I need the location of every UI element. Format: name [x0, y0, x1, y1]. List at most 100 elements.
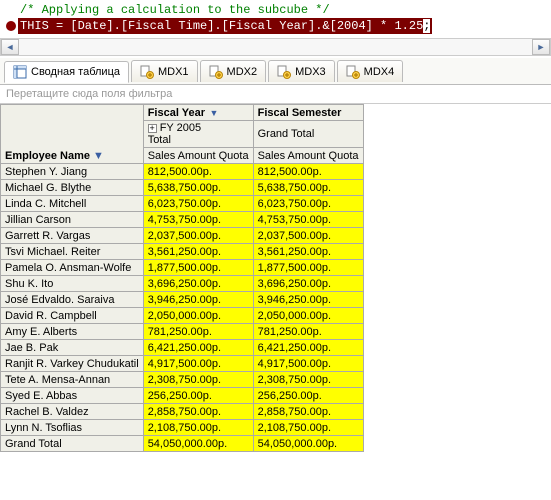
cell-value: 4,753,750.00р. — [143, 212, 253, 228]
cell-value: 1,877,500.00р. — [143, 260, 253, 276]
row-employee[interactable]: Syed E. Abbas — [1, 388, 144, 404]
expand-icon[interactable]: + — [148, 124, 157, 133]
row-employee[interactable]: David R. Campbell — [1, 308, 144, 324]
row-employee[interactable]: José Edvaldo. Saraiva — [1, 292, 144, 308]
grand-total-v1: 54,050,000.00р. — [143, 436, 253, 452]
tab-label: MDX2 — [227, 66, 258, 78]
sales-quota-header-2: Sales Amount Quota — [253, 148, 363, 164]
cell-value: 812,500.00р. — [253, 164, 363, 180]
row-employee[interactable]: Amy E. Alberts — [1, 324, 144, 340]
table-row: Linda C. Mitchell6,023,750.00р.6,023,750… — [1, 196, 364, 212]
row-employee[interactable]: Michael G. Blythe — [1, 180, 144, 196]
fiscal-semester-header[interactable]: Fiscal Semester — [253, 105, 363, 121]
cell-value: 2,108,750.00р. — [253, 420, 363, 436]
mdx-icon — [140, 65, 154, 79]
pivot-table-container: Employee Name ▼ Fiscal Year ▼ Fiscal Sem… — [0, 104, 551, 452]
scroll-track[interactable] — [19, 39, 532, 55]
tab-bar: Сводная таблица MDX1 MDX2 MDX3 MDX4 — [0, 58, 551, 85]
mdx-icon — [346, 65, 360, 79]
table-row: Pamela O. Ansman-Wolfe1,877,500.00р.1,87… — [1, 260, 364, 276]
cell-value: 781,250.00р. — [143, 324, 253, 340]
cell-value: 3,561,250.00р. — [143, 244, 253, 260]
code-statement[interactable]: THIS = [Date].[Fiscal Time].[Fiscal Year… — [18, 18, 432, 34]
cell-value: 2,858,750.00р. — [253, 404, 363, 420]
cell-value: 781,250.00р. — [253, 324, 363, 340]
table-row: Rachel B. Valdez2,858,750.00р.2,858,750.… — [1, 404, 364, 420]
cell-value: 2,037,500.00р. — [143, 228, 253, 244]
row-employee[interactable]: Rachel B. Valdez — [1, 404, 144, 420]
sales-quota-header-1: Sales Amount Quota — [143, 148, 253, 164]
cell-value: 3,561,250.00р. — [253, 244, 363, 260]
table-row: Michael G. Blythe5,638,750.00р.5,638,750… — [1, 180, 364, 196]
scroll-left-button[interactable]: ◄ — [1, 39, 19, 55]
cell-value: 2,308,750.00р. — [253, 372, 363, 388]
tab-label: MDX1 — [158, 66, 189, 78]
table-row: Jillian Carson4,753,750.00р.4,753,750.00… — [1, 212, 364, 228]
table-row: José Edvaldo. Saraiva3,946,250.00р.3,946… — [1, 292, 364, 308]
mdx-icon — [277, 65, 291, 79]
row-employee[interactable]: Garrett R. Vargas — [1, 228, 144, 244]
table-row: Tsvi Michael. Reiter3,561,250.00р.3,561,… — [1, 244, 364, 260]
table-row: Amy E. Alberts781,250.00р.781,250.00р. — [1, 324, 364, 340]
tab-label: Сводная таблица — [31, 66, 120, 78]
breakpoint-icon[interactable] — [6, 21, 16, 31]
cell-value: 3,946,250.00р. — [253, 292, 363, 308]
filter-drop-area[interactable]: Перетащите сюда поля фильтра — [0, 85, 551, 104]
table-row: Syed E. Abbas256,250.00р.256,250.00р. — [1, 388, 364, 404]
grand-total-v2: 54,050,000.00р. — [253, 436, 363, 452]
table-row: Shu K. Ito3,696,250.00р.3,696,250.00р. — [1, 276, 364, 292]
dropdown-icon[interactable]: ▼ — [90, 150, 104, 162]
row-employee[interactable]: Jillian Carson — [1, 212, 144, 228]
cell-value: 3,696,250.00р. — [143, 276, 253, 292]
mdx-icon — [209, 65, 223, 79]
cell-value: 3,946,250.00р. — [143, 292, 253, 308]
row-employee[interactable]: Linda C. Mitchell — [1, 196, 144, 212]
table-row: Jae B. Pak6,421,250.00р.6,421,250.00р. — [1, 340, 364, 356]
cell-value: 5,638,750.00р. — [253, 180, 363, 196]
cell-value: 3,696,250.00р. — [253, 276, 363, 292]
pivot-table-icon — [13, 65, 27, 79]
row-employee[interactable]: Jae B. Pak — [1, 340, 144, 356]
scroll-right-button[interactable]: ► — [532, 39, 550, 55]
dropdown-icon[interactable]: ▼ — [207, 108, 218, 118]
row-employee[interactable]: Tsvi Michael. Reiter — [1, 244, 144, 260]
cell-value: 6,421,250.00р. — [253, 340, 363, 356]
tab-mdx4[interactable]: MDX4 — [337, 60, 404, 82]
cell-value: 2,050,000.00р. — [143, 308, 253, 324]
cell-value: 2,308,750.00р. — [143, 372, 253, 388]
employee-header[interactable]: Employee Name — [5, 150, 90, 162]
row-employee[interactable]: Shu K. Ito — [1, 276, 144, 292]
horizontal-scrollbar[interactable]: ◄ ► — [0, 38, 551, 56]
code-comment: /* Applying a calculation to the subcube… — [4, 2, 547, 18]
cell-value: 4,753,750.00р. — [253, 212, 363, 228]
row-employee[interactable]: Tete A. Mensa-Annan — [1, 372, 144, 388]
cell-value: 2,037,500.00р. — [253, 228, 363, 244]
table-row: David R. Campbell2,050,000.00р.2,050,000… — [1, 308, 364, 324]
cell-value: 6,023,750.00р. — [143, 196, 253, 212]
cell-value: 6,421,250.00р. — [143, 340, 253, 356]
table-row: Tete A. Mensa-Annan2,308,750.00р.2,308,7… — [1, 372, 364, 388]
row-employee[interactable]: Pamela O. Ansman-Wolfe — [1, 260, 144, 276]
row-employee[interactable]: Lynn N. Tsoflias — [1, 420, 144, 436]
grand-total-row: Grand Total 54,050,000.00р. 54,050,000.0… — [1, 436, 364, 452]
tab-mdx3[interactable]: MDX3 — [268, 60, 335, 82]
tab-mdx2[interactable]: MDX2 — [200, 60, 267, 82]
pivot-table: Employee Name ▼ Fiscal Year ▼ Fiscal Sem… — [0, 104, 364, 452]
tab-pivot[interactable]: Сводная таблица — [4, 61, 129, 83]
table-row: Ranjit R. Varkey Chudukatil4,917,500.00р… — [1, 356, 364, 372]
code-editor[interactable]: /* Applying a calculation to the subcube… — [0, 0, 551, 36]
grand-total-label: Grand Total — [1, 436, 144, 452]
table-row: Garrett R. Vargas2,037,500.00р.2,037,500… — [1, 228, 364, 244]
fiscal-year-header[interactable]: Fiscal Year ▼ — [143, 105, 253, 121]
grand-total-col-header: Grand Total — [253, 121, 363, 148]
tab-mdx1[interactable]: MDX1 — [131, 60, 198, 82]
fy2005-header[interactable]: +FY 2005Total — [143, 121, 253, 148]
cell-value: 2,108,750.00р. — [143, 420, 253, 436]
cell-value: 256,250.00р. — [143, 388, 253, 404]
cell-value: 256,250.00р. — [253, 388, 363, 404]
table-row: Stephen Y. Jiang812,500.00р.812,500.00р. — [1, 164, 364, 180]
row-employee[interactable]: Stephen Y. Jiang — [1, 164, 144, 180]
cell-value: 1,877,500.00р. — [253, 260, 363, 276]
cell-value: 4,917,500.00р. — [143, 356, 253, 372]
row-employee[interactable]: Ranjit R. Varkey Chudukatil — [1, 356, 144, 372]
